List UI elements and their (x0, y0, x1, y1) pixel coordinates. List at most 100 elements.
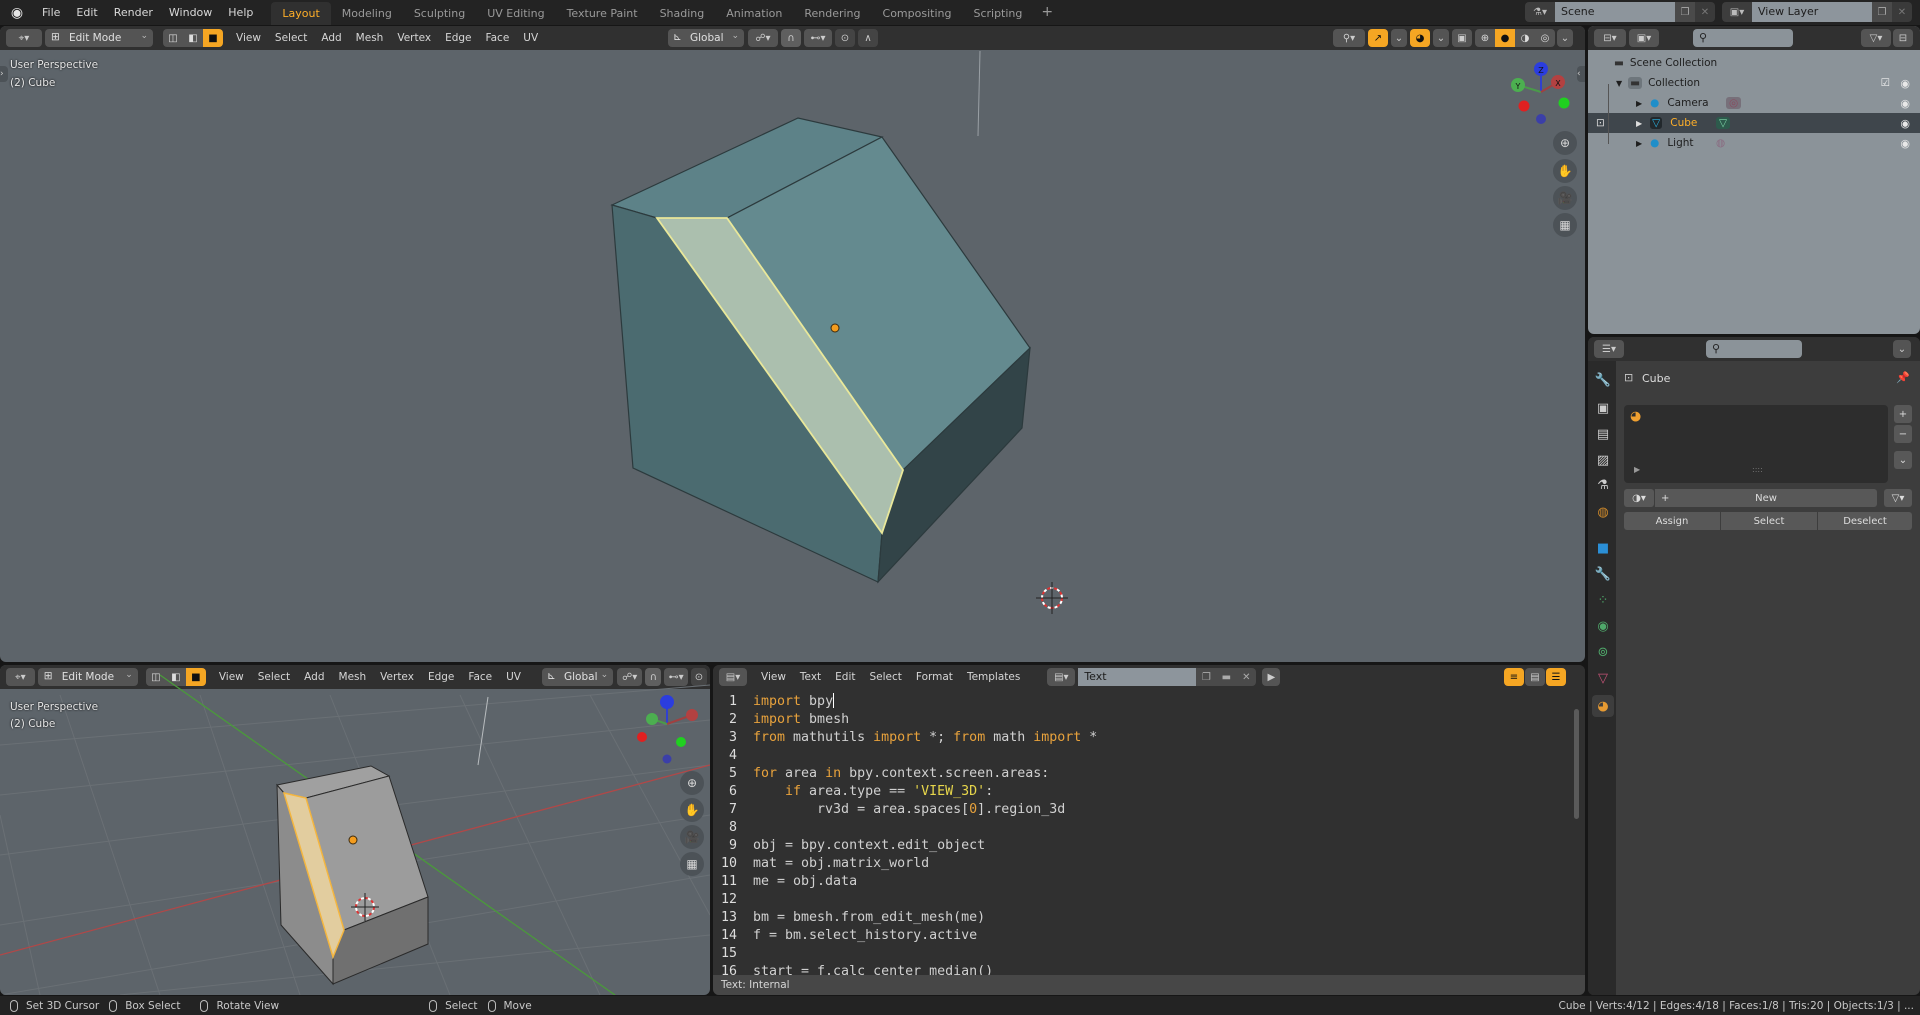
output-tab-icon[interactable]: ▤ (1592, 423, 1614, 445)
data-tab-icon[interactable]: ▽ (1592, 667, 1614, 689)
select-button[interactable]: Select (1721, 512, 1817, 530)
scene-name-field[interactable]: Scene (1555, 2, 1675, 22)
pin-icon[interactable]: 📌 (1896, 371, 1910, 384)
code-line[interactable]: bm = bmesh.from_edit_mesh(me) (753, 909, 985, 927)
material-slot-list[interactable]: ◕ ▶ :::: (1624, 405, 1888, 483)
scene-canvas[interactable]: Z Y X (0, 26, 1585, 662)
mesh-data-icon[interactable]: ▽ (1716, 117, 1731, 129)
navigation-gizmo-secondary[interactable] (637, 695, 698, 764)
scene-icon[interactable]: ⚗▾ (1525, 2, 1555, 22)
text-datablock-field[interactable]: Text (1078, 668, 1197, 686)
menu-help[interactable]: Help (220, 0, 261, 25)
add-workspace-button[interactable]: + (1033, 1, 1061, 24)
visibility-eye-icon[interactable]: ◉ (1900, 117, 1910, 130)
exclude-checkbox[interactable]: ☑ (1881, 77, 1890, 89)
tab-rendering[interactable]: Rendering (793, 2, 871, 25)
world-tab-icon[interactable]: ◍ (1592, 501, 1614, 523)
display-mode-icon[interactable]: ▣▾ (1629, 29, 1659, 47)
view-layer-tab-icon[interactable]: ▨ (1592, 449, 1614, 471)
view-layer-name-field[interactable]: View Layer (1752, 2, 1872, 22)
zoom-view-icon[interactable]: ⊕ (680, 771, 704, 795)
menu-file[interactable]: File (34, 0, 68, 25)
menu-view[interactable]: View (754, 665, 793, 689)
menu-window[interactable]: Window (161, 0, 220, 25)
particles-tab-icon[interactable]: ⁘ (1592, 589, 1614, 611)
editor-type-button[interactable]: ☰▾ (1594, 340, 1624, 358)
code-line[interactable]: f = bm.select_history.active (753, 927, 977, 945)
new-text-icon[interactable]: ❐ (1196, 668, 1217, 686)
material-tab-icon[interactable]: ◕ (1592, 695, 1614, 717)
ortho-toggle-icon[interactable]: ▦ (680, 852, 704, 876)
toolbar-expand-icon[interactable]: › (0, 66, 8, 82)
open-text-icon[interactable]: ▬ (1216, 668, 1237, 686)
visibility-eye-icon[interactable]: ◉ (1900, 77, 1910, 90)
3d-viewport-main[interactable]: ⌖▾ ⊞ Edit Mode ⌄ ◫ ◧ ■ View Select Add Mesh Ve… (0, 26, 1585, 662)
outliner-item-camera[interactable]: ▶ ● Camera ◎ ◉ (1588, 93, 1920, 113)
view-layer-selector[interactable]: ▣▾ View Layer ❐ ✕ (1722, 2, 1912, 22)
collection-row[interactable]: ▼ ▬ Collection ☑ ◉ (1588, 73, 1920, 93)
word-wrap-toggle-icon[interactable]: ▤ (1525, 668, 1545, 686)
edit-mode-indicator-icon[interactable]: ⊡ (1596, 117, 1605, 129)
navigation-gizmo[interactable]: Z Y X (1511, 62, 1570, 124)
code-line[interactable]: me = obj.data (753, 873, 857, 891)
expand-arrow-icon[interactable]: ▶ (1636, 99, 1642, 108)
deselect-button[interactable]: Deselect (1818, 512, 1912, 530)
resize-handle[interactable]: :::: (1752, 465, 1763, 474)
scene-tab-icon[interactable]: ⚗ (1592, 474, 1614, 496)
blender-logo-icon[interactable]: ◉ (0, 0, 34, 25)
properties-editor[interactable]: ☰▾ ⚲ ⌄ 🔧 ▣ ▤ ▨ ⚗ ◍ ■ 🔧 ⁘ ◉ ⊚ ▽ ◕ ⊡ Cube … (1588, 337, 1920, 995)
constraints-tab-icon[interactable]: ⊚ (1592, 641, 1614, 663)
expand-arrow-icon[interactable]: ▶ (1634, 465, 1640, 474)
new-material-button[interactable]: + New (1655, 489, 1877, 507)
line-numbers-toggle-icon[interactable]: ≡ (1504, 668, 1524, 686)
scene-collection-row[interactable]: ▬ Scene Collection (1588, 53, 1920, 73)
pan-view-icon[interactable]: ✋ (1553, 159, 1577, 183)
modifier-tab-icon[interactable]: 🔧 (1592, 563, 1614, 585)
ortho-toggle-icon[interactable]: ▦ (1553, 213, 1577, 237)
light-data-icon[interactable]: ◍ (1716, 137, 1725, 149)
code-line[interactable]: import bpy (753, 693, 835, 711)
code-line[interactable]: for area in bpy.context.screen.areas: (753, 765, 1049, 783)
camera-view-icon[interactable]: 🎥 (680, 825, 704, 849)
scene-canvas-secondary[interactable] (0, 665, 710, 995)
menu-format[interactable]: Format (909, 665, 960, 689)
sidebar-expand-icon[interactable]: ‹ (1577, 66, 1585, 82)
outliner[interactable]: ⊟▾ ▣▾ ⚲ ▽▾ ⊟ ▬ Scene Collection ▼ ▬ Coll… (1588, 26, 1920, 334)
scene-selector[interactable]: ⚗▾ Scene ❐ ✕ (1525, 2, 1715, 22)
link-mesh-button[interactable]: ▽▾ (1884, 489, 1912, 507)
options-dropdown-icon[interactable]: ⌄ (1893, 340, 1911, 358)
render-tab-icon[interactable]: ▣ (1592, 397, 1614, 419)
physics-tab-icon[interactable]: ◉ (1592, 615, 1614, 637)
camera-view-icon[interactable]: 🎥 (1553, 186, 1577, 210)
add-slot-button[interactable]: + (1894, 405, 1912, 423)
browse-material-button[interactable]: ◑▾ (1624, 489, 1654, 507)
view-layer-icon[interactable]: ▣▾ (1722, 2, 1752, 22)
scrollbar[interactable] (1574, 709, 1579, 819)
visibility-eye-icon[interactable]: ◉ (1900, 97, 1910, 110)
tab-modeling[interactable]: Modeling (331, 2, 403, 25)
code-line[interactable]: if area.type == 'VIEW_3D': (753, 783, 993, 801)
pan-view-icon[interactable]: ✋ (680, 798, 704, 822)
remove-slot-button[interactable]: − (1894, 425, 1912, 443)
delete-view-layer-icon[interactable]: ✕ (1892, 2, 1912, 22)
tab-texture-paint[interactable]: Texture Paint (556, 2, 649, 25)
3d-cursor-icon[interactable] (1036, 582, 1068, 614)
menu-select[interactable]: Select (863, 665, 909, 689)
menu-edit[interactable]: Edit (68, 0, 105, 25)
new-collection-icon[interactable]: ⊟ (1893, 29, 1913, 47)
code-line[interactable]: from mathutils import *; from math impor… (753, 729, 1097, 747)
unlink-text-icon[interactable]: ✕ (1236, 668, 1257, 686)
syntax-highlight-toggle-icon[interactable]: ☰ (1546, 668, 1566, 686)
code-line[interactable]: obj = bpy.context.edit_object (753, 837, 985, 855)
filter-icon[interactable]: ▽▾ (1861, 29, 1891, 47)
zoom-view-icon[interactable]: ⊕ (1553, 131, 1577, 155)
text-browse-icon[interactable]: ▤▾ (1047, 668, 1076, 686)
tab-animation[interactable]: Animation (715, 2, 793, 25)
tab-uv-editing[interactable]: UV Editing (476, 2, 555, 25)
outliner-item-cube[interactable]: ⊡ ▶ ▽ Cube ▽ ◉ (1588, 113, 1920, 133)
text-editor[interactable]: ▤▾ View Text Edit Select Format Templates ▤▾ … (713, 665, 1585, 995)
visibility-eye-icon[interactable]: ◉ (1900, 137, 1910, 150)
new-scene-icon[interactable]: ❐ (1675, 2, 1695, 22)
tab-compositing[interactable]: Compositing (872, 2, 963, 25)
menu-render[interactable]: Render (106, 0, 161, 25)
